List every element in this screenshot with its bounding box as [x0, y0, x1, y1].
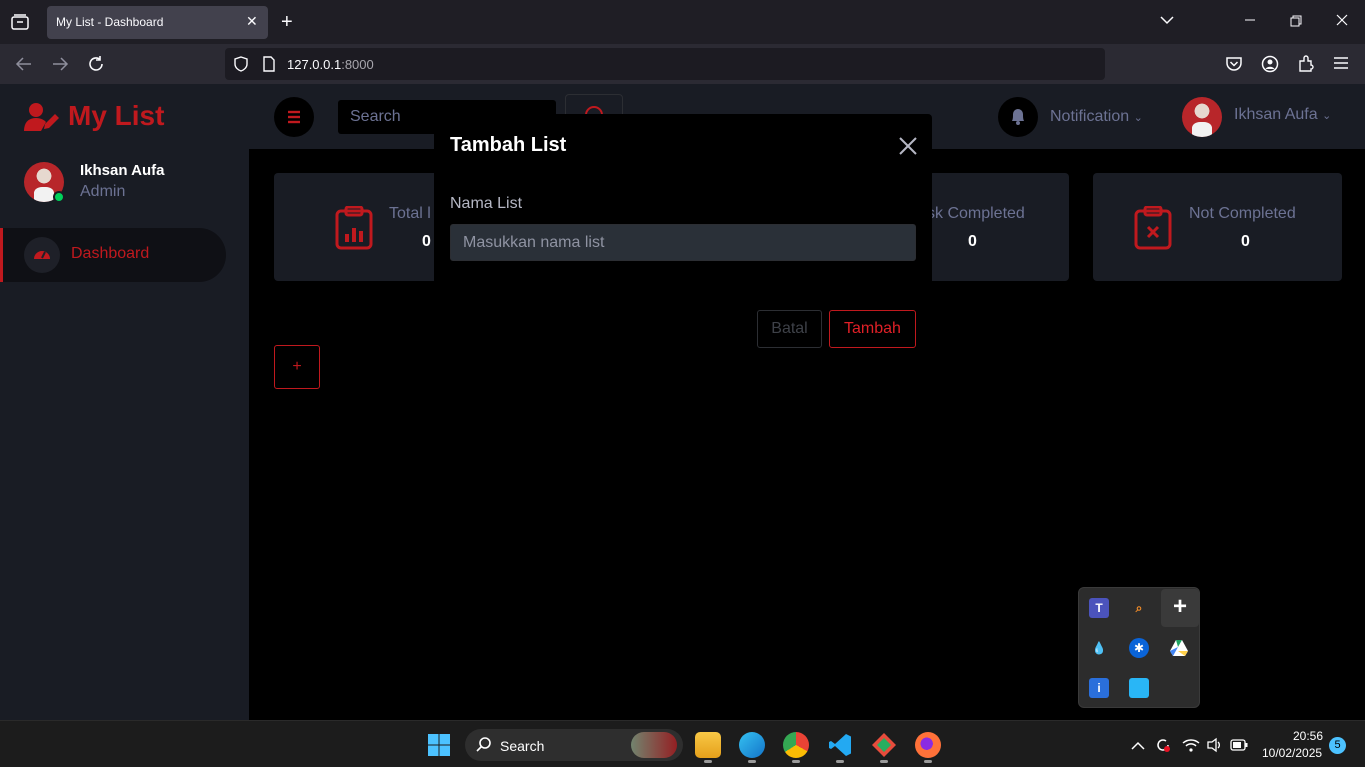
running-indicator [748, 760, 756, 763]
search-highlight-icon [631, 732, 677, 758]
list-name-label: Nama List [450, 195, 523, 212]
stat-card-value: 0 [1241, 233, 1250, 250]
profile-avatar[interactable] [1182, 97, 1222, 137]
chevron-down-icon: ⌄ [1322, 110, 1332, 122]
close-window-icon[interactable] [1336, 14, 1348, 30]
taskbar-search[interactable]: Search [465, 729, 683, 761]
clipboard-chart-icon [335, 206, 373, 250]
add-list-modal: Tambah List Nama List Batal Tambah [434, 114, 932, 364]
cancel-button[interactable]: Batal [757, 310, 822, 348]
notification-dropdown[interactable]: Notification ⌄ [1050, 108, 1143, 126]
forward-arrow-icon[interactable] [51, 56, 69, 76]
info-icon[interactable]: i [1089, 678, 1109, 698]
sync-icon[interactable] [1154, 736, 1172, 759]
tab-title: My List - Dashboard [56, 15, 164, 29]
url-text: 127.0.0.1:8000 [287, 57, 374, 72]
stat-card-title: Not Completed [1189, 205, 1296, 222]
droplet-icon[interactable]: 💧 [1089, 638, 1109, 658]
taskbar-search-label: Search [500, 738, 545, 754]
online-status-dot [53, 191, 65, 203]
chevron-up-icon[interactable] [1131, 738, 1145, 756]
tab-list-icon[interactable] [11, 14, 29, 34]
clock-date[interactable]: 10/02/2025 [1262, 746, 1322, 760]
close-icon[interactable] [898, 136, 918, 156]
brand-title: My List [68, 100, 165, 131]
running-indicator [924, 760, 932, 763]
running-indicator [836, 760, 844, 763]
tray-overflow-flyout: T ⌕ + 💧 ✱ i [1078, 587, 1200, 708]
clock-time[interactable]: 20:56 [1292, 729, 1323, 743]
notification-badge[interactable]: 5 [1329, 737, 1346, 754]
git-icon[interactable] [871, 732, 897, 758]
windows-start-icon[interactable] [427, 733, 451, 757]
hamburger-menu-icon[interactable] [1333, 56, 1349, 74]
shield-icon[interactable] [233, 56, 249, 76]
add-icon[interactable]: + [1161, 589, 1199, 627]
wifi-icon[interactable] [1182, 737, 1200, 758]
taskbar: Search 20:56 10/02/2025 5 [0, 720, 1365, 767]
sidebar-item-dashboard[interactable]: Dashboard [0, 228, 226, 282]
clipboard-x-icon [1134, 206, 1172, 250]
modal-title: Tambah List [450, 134, 567, 156]
close-tab-icon[interactable]: ✕ [246, 14, 258, 28]
menu-icon [288, 110, 300, 124]
bluetooth-icon[interactable]: ✱ [1129, 638, 1149, 658]
list-name-input[interactable] [450, 224, 916, 261]
teams-icon[interactable]: T [1089, 598, 1109, 618]
url-host: 127.0.0.1 [287, 57, 342, 72]
bell-icon [1012, 109, 1024, 125]
browser-tab-bar: My List - Dashboard ✕ + [0, 0, 1365, 44]
sidebar: My List Ikhsan Aufa Admin Dashboard [0, 84, 249, 720]
running-indicator [792, 760, 800, 763]
battery-icon[interactable] [1230, 738, 1248, 756]
profile-dropdown[interactable]: Ikhsan Aufa ⌄ [1234, 106, 1331, 124]
volume-icon[interactable] [1206, 737, 1224, 758]
stat-card-not-completed: Not Completed 0 [1093, 173, 1342, 281]
stat-card-value: 0 [968, 233, 977, 250]
back-arrow-icon[interactable] [15, 56, 33, 76]
app-window-icon[interactable] [1129, 678, 1149, 698]
sidebar-user-role: Admin [80, 183, 126, 200]
notification-button[interactable] [998, 97, 1038, 137]
sidebar-user-name: Ikhsan Aufa [80, 162, 165, 179]
speedometer-icon [24, 237, 60, 273]
add-list-button[interactable]: + [274, 345, 320, 389]
chevron-down-icon[interactable] [1159, 14, 1175, 30]
chevron-down-icon: ⌄ [1133, 112, 1143, 124]
new-tab-icon[interactable]: + [281, 12, 293, 32]
account-icon[interactable] [1261, 55, 1279, 77]
add-button[interactable]: Tambah [829, 310, 916, 348]
browser-tab-active[interactable]: My List - Dashboard ✕ [47, 6, 268, 39]
firefox-icon[interactable] [915, 732, 941, 758]
search-icon [476, 737, 491, 752]
url-port: :8000 [341, 57, 374, 72]
pocket-icon[interactable] [1225, 55, 1243, 77]
file-explorer-icon[interactable] [695, 732, 721, 758]
running-indicator [880, 760, 888, 763]
reload-icon[interactable] [87, 55, 105, 77]
google-drive-icon[interactable] [1169, 638, 1189, 658]
user-edit-icon [24, 103, 59, 131]
menu-toggle-button[interactable] [274, 97, 314, 137]
vscode-icon[interactable] [827, 732, 853, 758]
minimize-icon[interactable] [1244, 14, 1256, 30]
stat-card-title: sk Completed [927, 205, 1025, 222]
extensions-icon[interactable] [1297, 55, 1315, 77]
stat-card-value: 0 [422, 233, 431, 250]
sidebar-item-label: Dashboard [71, 245, 150, 262]
search-placeholder: Search [350, 108, 401, 125]
restore-icon[interactable] [1290, 15, 1302, 31]
profile-name: Ikhsan Aufa [1234, 106, 1318, 123]
notification-label: Notification [1050, 108, 1130, 125]
chrome-icon[interactable] [783, 732, 809, 758]
edge-icon[interactable] [739, 732, 765, 758]
running-indicator [704, 760, 712, 763]
stat-card-title: Total l [389, 205, 431, 222]
page-icon[interactable] [262, 56, 276, 76]
address-bar[interactable]: 127.0.0.1:8000 [225, 48, 1105, 80]
search-tool-icon[interactable]: ⌕ [1129, 598, 1149, 618]
